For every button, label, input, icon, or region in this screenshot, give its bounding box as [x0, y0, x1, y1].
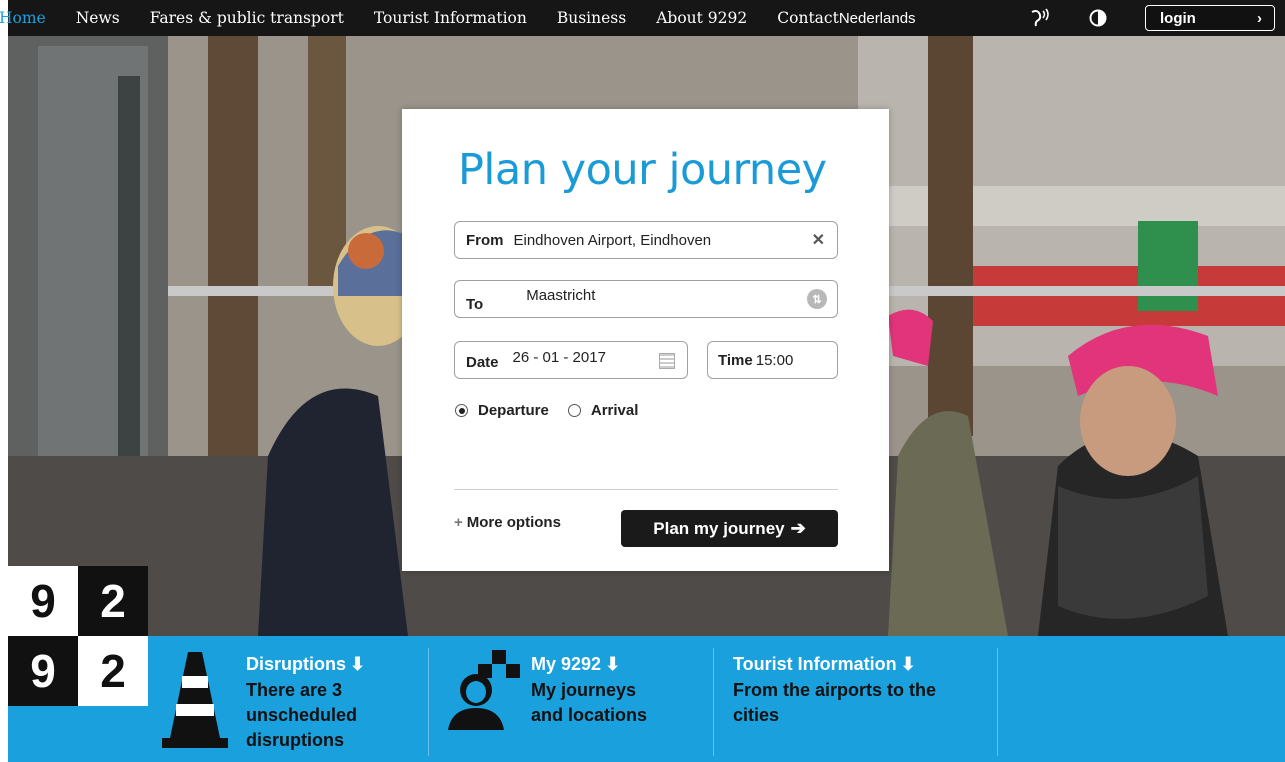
swap-icon[interactable]: ⇅	[807, 289, 827, 309]
user-icon	[448, 650, 528, 735]
contrast-icon[interactable]	[1089, 9, 1107, 27]
my9292-line-1: My journeys	[531, 680, 637, 700]
to-value[interactable]: Maastricht	[526, 287, 595, 304]
calendar-icon[interactable]	[659, 353, 675, 369]
journey-title: Plan your journey	[458, 145, 827, 195]
logo-digit-1: 9	[8, 566, 78, 636]
from-label: From	[466, 231, 504, 249]
disruptions-line-2: unscheduled	[246, 705, 358, 725]
my9292-text: My journeys and locations	[531, 678, 647, 728]
arrow-down-icon: ⬇	[605, 654, 621, 674]
logo-digit-2: 2	[78, 566, 148, 636]
disruptions-title: Disruptions	[246, 654, 347, 674]
nav-fares[interactable]: Fares & public transport	[150, 9, 344, 27]
disruptions-line-1: There are 3	[246, 680, 343, 700]
tourist-info-text: From the airports to the cities	[733, 678, 936, 728]
time-field[interactable]: Time 15:00	[707, 341, 838, 379]
my9292-link[interactable]: My 9292 ⬇	[531, 654, 620, 675]
column-divider	[428, 648, 429, 756]
arrival-label: Arrival	[590, 402, 639, 419]
date-value[interactable]: 26 - 01 - 2017	[513, 349, 606, 366]
nav-tools: login ›	[1029, 0, 1285, 36]
top-navigation-bar: Home News Fares & public transport Touri…	[0, 0, 1285, 36]
hearing-icon[interactable]	[1029, 8, 1051, 28]
column-divider	[997, 648, 998, 756]
arrow-down-icon: ⬇	[350, 654, 366, 674]
date-field[interactable]: Date 26 - 01 - 2017	[454, 341, 688, 379]
nav-news[interactable]: News	[76, 9, 120, 27]
arrow-right-icon: ➔	[790, 518, 806, 538]
nav-home[interactable]: Home	[0, 9, 46, 27]
traffic-cone-icon	[160, 648, 230, 757]
disruptions-link[interactable]: Disruptions ⬇	[246, 654, 365, 675]
time-value[interactable]: 15:00	[756, 352, 794, 369]
more-options-label: More options	[466, 514, 561, 531]
clear-icon[interactable]: ✕	[812, 230, 825, 250]
date-label: Date	[466, 353, 499, 371]
login-button[interactable]: login ›	[1145, 5, 1275, 31]
journey-planner-card: Plan your journey From Eindhoven Airport…	[402, 109, 889, 571]
column-divider	[713, 648, 714, 756]
from-field[interactable]: From Eindhoven Airport, Eindhoven ✕	[454, 221, 838, 259]
tourist-info-link[interactable]: Tourist Information ⬇	[733, 654, 916, 675]
nav-business[interactable]: Business	[557, 9, 626, 27]
arrow-down-icon: ⬇	[900, 654, 916, 674]
from-value[interactable]: Eindhoven Airport, Eindhoven	[514, 232, 712, 249]
to-field[interactable]: To Maastricht ⇅	[454, 280, 838, 318]
tourist-info-line-2: cities	[733, 705, 780, 725]
info-band: Disruptions ⬇ There are 3 unscheduled dis…	[8, 636, 1285, 762]
my9292-line-2: and locations	[531, 705, 648, 725]
plus-icon: +	[454, 514, 463, 531]
departure-radio[interactable]	[455, 404, 468, 417]
card-divider	[454, 489, 838, 490]
tourist-info-line-1: From the airports to the	[733, 680, 937, 700]
my9292-title: My 9292	[531, 654, 602, 674]
disruptions-line-3: disruptions	[246, 730, 344, 750]
main-nav: Home News Fares & public transport Touri…	[0, 0, 916, 36]
disruptions-text: There are 3 unscheduled disruptions	[246, 678, 357, 753]
nav-tourist-information[interactable]: Tourist Information	[374, 9, 527, 27]
departure-label: Departure	[478, 402, 549, 419]
nav-contact[interactable]: Contact	[777, 9, 839, 27]
arrival-radio[interactable]	[567, 404, 581, 417]
more-options-link[interactable]: + More options	[454, 514, 561, 531]
time-label: Time	[718, 351, 753, 369]
logo-digit-4: 2	[78, 636, 148, 706]
logo-9292[interactable]: 9 2 9 2	[8, 566, 148, 706]
chevron-right-icon: ›	[1257, 9, 1262, 27]
departure-arrival-toggle: Departure Arrival	[455, 402, 638, 419]
plan-journey-button[interactable]: Plan my journey ➔	[621, 510, 838, 547]
tourist-info-title: Tourist Information	[733, 654, 897, 674]
language-switch[interactable]: Nederlands	[839, 10, 916, 27]
nav-about[interactable]: About 9292	[656, 9, 747, 27]
logo-digit-3: 9	[8, 636, 78, 706]
to-label: To	[466, 295, 484, 313]
login-label: login	[1160, 9, 1196, 27]
plan-journey-label: Plan my journey	[653, 518, 785, 538]
